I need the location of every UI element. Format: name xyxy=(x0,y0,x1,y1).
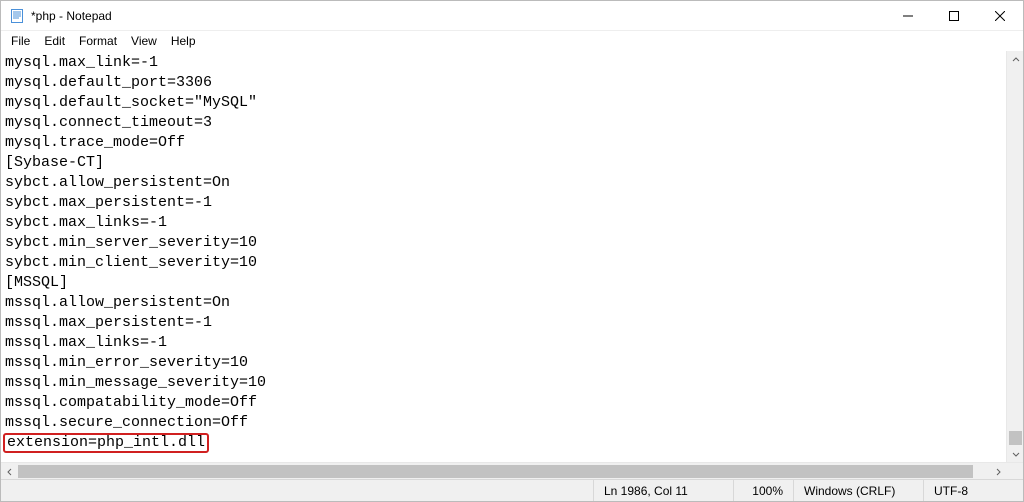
window-controls xyxy=(885,1,1023,30)
editor-line[interactable]: mssql.compatability_mode=Off xyxy=(5,393,1002,413)
menu-format[interactable]: Format xyxy=(73,33,123,49)
editor-line[interactable]: [MSSQL] xyxy=(5,273,1002,293)
scroll-up-arrow[interactable] xyxy=(1007,51,1023,68)
status-encoding: UTF-8 xyxy=(923,480,1023,501)
editor-line[interactable]: mysql.connect_timeout=3 xyxy=(5,113,1002,133)
menu-help[interactable]: Help xyxy=(165,33,202,49)
vertical-scroll-thumb[interactable] xyxy=(1009,431,1022,445)
editor-line[interactable]: mysql.default_port=3306 xyxy=(5,73,1002,93)
editor-line[interactable]: mysql.max_link=-1 xyxy=(5,53,1002,73)
editor-line[interactable]: mssql.max_persistent=-1 xyxy=(5,313,1002,333)
notepad-icon xyxy=(9,8,25,24)
scroll-down-arrow[interactable] xyxy=(1007,445,1023,462)
highlighted-extension-line[interactable]: extension=php_intl.dll xyxy=(3,433,209,453)
editor-line[interactable]: sybct.min_server_severity=10 xyxy=(5,233,1002,253)
editor-line[interactable]: mssql.min_message_severity=10 xyxy=(5,373,1002,393)
menu-file[interactable]: File xyxy=(5,33,36,49)
horizontal-scrollbar-row xyxy=(1,462,1023,479)
menubar: File Edit Format View Help xyxy=(1,31,1023,51)
window-title: *php - Notepad xyxy=(31,9,112,23)
statusbar-spacer xyxy=(1,480,593,501)
editor-line[interactable]: extension=php_intl.dll xyxy=(5,433,1002,453)
editor-line[interactable]: [Sybase-CT] xyxy=(5,153,1002,173)
editor-line[interactable]: mysql.trace_mode=Off xyxy=(5,133,1002,153)
text-editor[interactable]: mysql.max_link=-1mysql.default_port=3306… xyxy=(1,51,1006,462)
editor-line[interactable]: sybct.allow_persistent=On xyxy=(5,173,1002,193)
horizontal-scrollbar[interactable] xyxy=(1,463,1006,479)
status-eol: Windows (CRLF) xyxy=(793,480,923,501)
minimize-button[interactable] xyxy=(885,1,931,30)
editor-line[interactable]: mssql.max_links=-1 xyxy=(5,333,1002,353)
editor-line[interactable]: sybct.min_client_severity=10 xyxy=(5,253,1002,273)
close-button[interactable] xyxy=(977,1,1023,30)
status-zoom: 100% xyxy=(733,480,793,501)
titlebar[interactable]: *php - Notepad xyxy=(1,1,1023,31)
editor-line[interactable]: mssql.secure_connection=Off xyxy=(5,413,1002,433)
scroll-left-arrow[interactable] xyxy=(1,463,18,480)
menu-view[interactable]: View xyxy=(125,33,163,49)
status-line-col: Ln 1986, Col 11 xyxy=(593,480,733,501)
maximize-button[interactable] xyxy=(931,1,977,30)
notepad-window: *php - Notepad File Edit Format View Hel… xyxy=(0,0,1024,502)
vertical-scrollbar[interactable] xyxy=(1006,51,1023,462)
editor-line[interactable]: sybct.max_persistent=-1 xyxy=(5,193,1002,213)
scrollbar-corner xyxy=(1006,463,1023,480)
menu-edit[interactable]: Edit xyxy=(38,33,71,49)
editor-line[interactable]: mssql.min_error_severity=10 xyxy=(5,353,1002,373)
editor-line[interactable]: mysql.default_socket="MySQL" xyxy=(5,93,1002,113)
statusbar: Ln 1986, Col 11 100% Windows (CRLF) UTF-… xyxy=(1,479,1023,501)
editor-area: mysql.max_link=-1mysql.default_port=3306… xyxy=(1,51,1023,462)
scroll-right-arrow[interactable] xyxy=(989,463,1006,480)
editor-line[interactable]: mssql.allow_persistent=On xyxy=(5,293,1002,313)
editor-line[interactable]: sybct.max_links=-1 xyxy=(5,213,1002,233)
horizontal-scroll-thumb[interactable] xyxy=(18,465,973,478)
